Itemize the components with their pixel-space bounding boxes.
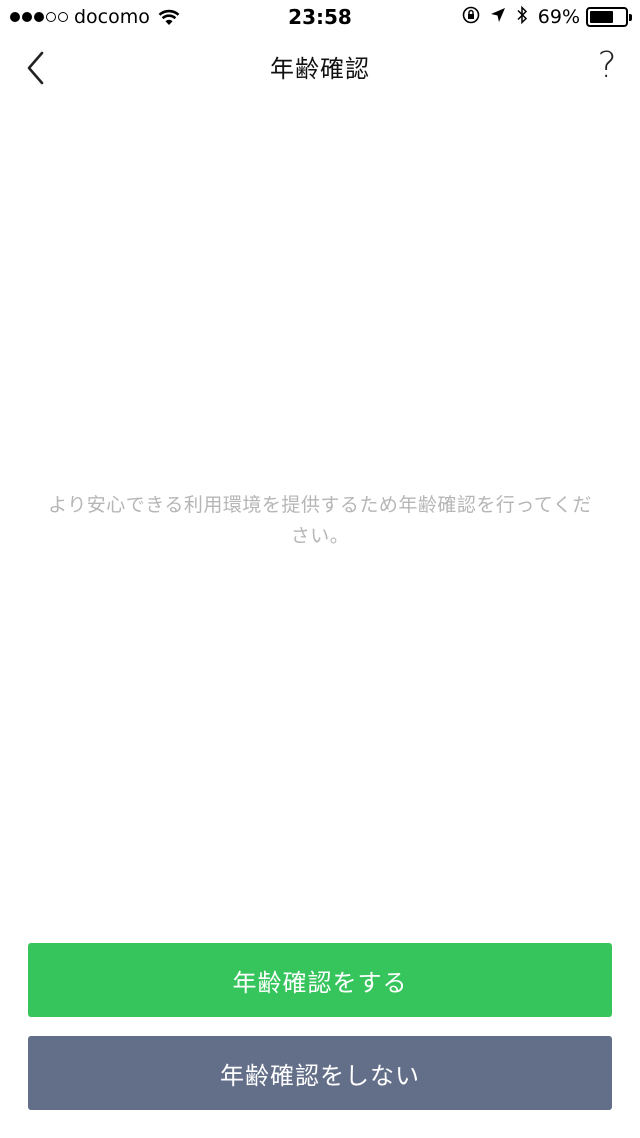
signal-dot — [10, 12, 20, 22]
signal-dot — [34, 12, 44, 22]
verify-age-button[interactable]: 年齢確認をする — [28, 943, 612, 1017]
rotation-lock-icon — [462, 6, 480, 28]
chevron-left-icon — [27, 51, 44, 85]
verification-message: より安心できる利用環境を提供するため年齢確認を行ってください。 — [48, 494, 592, 547]
battery-icon — [586, 7, 632, 27]
status-right: 69% — [452, 5, 632, 29]
help-button[interactable]: ? — [590, 42, 624, 88]
signal-dot — [22, 12, 32, 22]
battery-percent: 69% — [537, 6, 580, 28]
battery-cap — [629, 14, 632, 21]
bluetooth-icon — [516, 5, 528, 29]
skip-verification-button[interactable]: 年齢確認をしない — [28, 1036, 612, 1110]
status-bar: docomo 23:58 69% — [0, 0, 640, 34]
carrier-name: docomo — [74, 6, 150, 28]
navigation-bar: 年齢確認 ? — [0, 34, 640, 98]
status-left: docomo — [10, 6, 180, 28]
signal-strength-icon — [10, 12, 68, 22]
battery-level-fill — [590, 11, 614, 23]
status-time: 23:58 — [288, 5, 352, 29]
age-verification-screen: docomo 23:58 69% 年齢確認 ? より安心できる利用環境を提供する… — [0, 0, 640, 1138]
signal-dot — [46, 12, 56, 22]
signal-dot — [58, 12, 68, 22]
back-button[interactable] — [16, 46, 56, 90]
page-title: 年齢確認 — [270, 54, 370, 83]
location-arrow-icon — [490, 7, 506, 27]
wifi-icon — [158, 9, 180, 26]
